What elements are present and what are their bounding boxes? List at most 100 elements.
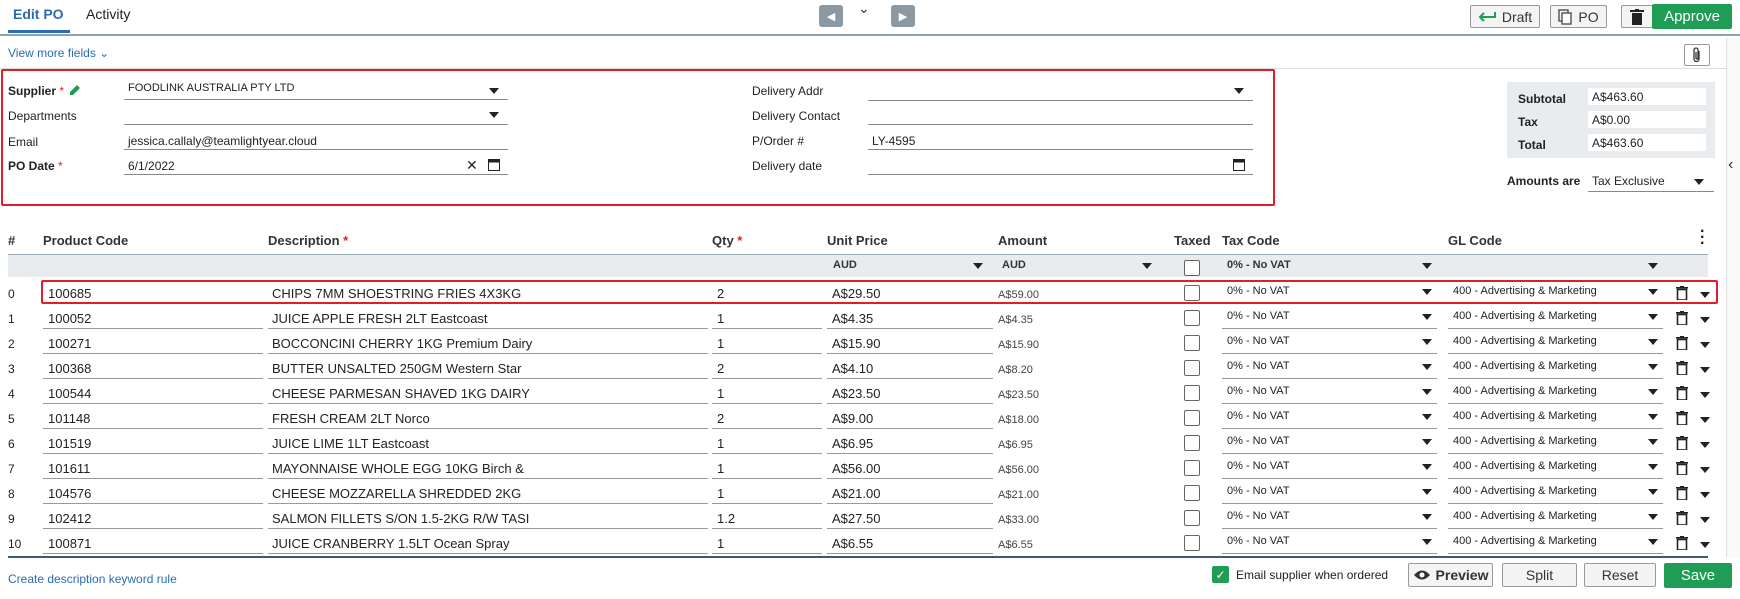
tax-code-select[interactable]: 0% - No VAT: [1227, 410, 1290, 422]
col-description[interactable]: Description *: [268, 233, 348, 248]
product-code-field[interactable]: 104576: [48, 486, 91, 501]
caret-down-icon[interactable]: [1422, 464, 1432, 470]
tax-code-select[interactable]: 0% - No VAT: [1227, 335, 1290, 347]
caret-down-icon[interactable]: [1700, 342, 1710, 348]
col-unit-price[interactable]: Unit Price: [827, 233, 888, 248]
product-code-field[interactable]: 100544: [48, 386, 91, 401]
description-field[interactable]: SALMON FILLETS S/ON 1.5-2KG R/W TASI: [272, 511, 529, 526]
pencil-icon[interactable]: [68, 83, 82, 97]
product-code-field[interactable]: 100271: [48, 336, 91, 351]
description-field[interactable]: JUICE LIME 1LT Eastcoast: [272, 436, 429, 451]
tax-code-select[interactable]: 0% - No VAT: [1227, 360, 1290, 372]
caret-down-icon[interactable]: [1700, 417, 1710, 423]
trash-icon[interactable]: [1676, 386, 1688, 400]
product-code-field[interactable]: 102412: [48, 511, 91, 526]
product-code-field[interactable]: 100368: [48, 361, 91, 376]
gl-code-select[interactable]: 400 - Advertising & Marketing: [1453, 460, 1597, 472]
qty-field[interactable]: 1: [717, 336, 724, 351]
qty-field[interactable]: 1.2: [717, 511, 735, 526]
delivery-addr-field[interactable]: [868, 100, 1253, 101]
col-gl-code[interactable]: GL Code: [1448, 233, 1502, 248]
caret-down-icon[interactable]: [1700, 492, 1710, 498]
caret-down-icon[interactable]: [1694, 179, 1704, 185]
trash-icon[interactable]: [1676, 486, 1688, 500]
caret-down-icon[interactable]: [1700, 467, 1710, 473]
caret-down-icon[interactable]: [1422, 414, 1432, 420]
tax-code-select[interactable]: 0% - No VAT: [1227, 385, 1290, 397]
tax-code-select[interactable]: 0% - No VAT: [1227, 510, 1290, 522]
draft-button[interactable]: Draft: [1470, 5, 1540, 28]
unit-price-field[interactable]: A$56.00: [832, 461, 880, 476]
delivery-contact-field[interactable]: [868, 124, 1253, 125]
caret-down-icon[interactable]: [1648, 339, 1658, 345]
col-amount[interactable]: Amount: [998, 233, 1047, 248]
product-code-field[interactable]: 101148: [48, 411, 90, 426]
chevron-down-icon[interactable]: ⌄: [858, 0, 870, 17]
trash-icon[interactable]: [1676, 511, 1688, 525]
tab-edit-po[interactable]: Edit PO: [8, 6, 70, 33]
trash-icon[interactable]: [1676, 361, 1688, 375]
unit-price-field[interactable]: A$27.50: [832, 511, 880, 526]
caret-down-icon[interactable]: [1648, 389, 1658, 395]
taxed-checkbox[interactable]: [1184, 485, 1200, 501]
gl-code-select[interactable]: 400 - Advertising & Marketing: [1453, 385, 1597, 397]
tax-code-select[interactable]: 0% - No VAT: [1227, 435, 1290, 447]
taxed-checkbox[interactable]: [1184, 335, 1200, 351]
next-button[interactable]: ▶: [891, 5, 915, 27]
trash-icon[interactable]: [1676, 336, 1688, 350]
clear-icon[interactable]: ✕: [466, 157, 478, 174]
gl-code-select[interactable]: 400 - Advertising & Marketing: [1453, 485, 1597, 497]
col-qty[interactable]: Qty *: [712, 233, 742, 248]
taxed-checkbox[interactable]: [1184, 435, 1200, 451]
caret-down-icon[interactable]: [1648, 364, 1658, 370]
gl-code-select[interactable]: 400 - Advertising & Marketing: [1453, 535, 1597, 547]
delete-po-button[interactable]: [1621, 5, 1653, 28]
reset-button[interactable]: Reset: [1584, 563, 1656, 587]
taxed-all-checkbox[interactable]: [1184, 260, 1200, 276]
view-more-fields-link[interactable]: View more fields ⌄: [8, 46, 109, 60]
gl-code-select[interactable]: 400 - Advertising & Marketing: [1453, 360, 1597, 372]
split-button[interactable]: Split: [1502, 563, 1577, 587]
taxed-checkbox[interactable]: [1184, 360, 1200, 376]
caret-down-icon[interactable]: [1648, 464, 1658, 470]
taxed-checkbox[interactable]: [1184, 310, 1200, 326]
po-date-field[interactable]: 6/1/2022: [128, 159, 175, 173]
unit-price-field[interactable]: A$4.35: [832, 311, 873, 326]
tax-code-select[interactable]: 0% - No VAT: [1227, 310, 1290, 322]
supplier-field[interactable]: FOODLINK AUSTRALIA PTY LTD: [128, 82, 294, 94]
email-supplier-checkbox[interactable]: ✓: [1212, 566, 1229, 583]
caret-down-icon[interactable]: [1422, 314, 1432, 320]
collapse-panel-icon[interactable]: ‹: [1728, 156, 1733, 174]
caret-down-icon[interactable]: [1700, 392, 1710, 398]
caret-down-icon[interactable]: [1422, 364, 1432, 370]
delivery-date-field[interactable]: [868, 174, 1253, 175]
caret-down-icon[interactable]: [1422, 339, 1432, 345]
approve-button[interactable]: Approve: [1652, 4, 1732, 29]
tax-code-select[interactable]: 0% - No VAT: [1227, 460, 1290, 472]
caret-down-icon[interactable]: [1700, 367, 1710, 373]
caret-down-icon[interactable]: [1648, 539, 1658, 545]
qty-field[interactable]: 2: [717, 361, 724, 376]
taxed-checkbox[interactable]: [1184, 535, 1200, 551]
caret-down-icon[interactable]: [1422, 439, 1432, 445]
qty-field[interactable]: 1: [717, 461, 724, 476]
col-tax-code[interactable]: Tax Code: [1222, 233, 1280, 248]
description-field[interactable]: FRESH CREAM 2LT Norco: [272, 411, 430, 426]
description-field[interactable]: JUICE CRANBERRY 1.5LT Ocean Spray: [272, 536, 509, 551]
tab-activity[interactable]: Activity: [86, 6, 130, 22]
create-keyword-rule-link[interactable]: Create description keyword rule: [8, 572, 177, 586]
gl-code-select[interactable]: 400 - Advertising & Marketing: [1453, 435, 1597, 447]
caret-down-icon[interactable]: [1422, 389, 1432, 395]
unit-price-field[interactable]: A$23.50: [832, 386, 880, 401]
trash-icon[interactable]: [1676, 536, 1688, 550]
caret-down-icon[interactable]: [1648, 489, 1658, 495]
qty-field[interactable]: 1: [717, 311, 724, 326]
caret-down-icon[interactable]: [489, 88, 499, 94]
caret-down-icon[interactable]: [973, 263, 983, 269]
calendar-icon[interactable]: [1233, 158, 1245, 171]
caret-down-icon[interactable]: [1422, 489, 1432, 495]
unit-price-field[interactable]: A$6.55: [832, 536, 873, 551]
email-field[interactable]: jessica.callaly@teamlightyear.cloud: [128, 134, 317, 148]
description-field[interactable]: JUICE APPLE FRESH 2LT Eastcoast: [272, 311, 488, 326]
trash-icon[interactable]: [1676, 461, 1688, 475]
